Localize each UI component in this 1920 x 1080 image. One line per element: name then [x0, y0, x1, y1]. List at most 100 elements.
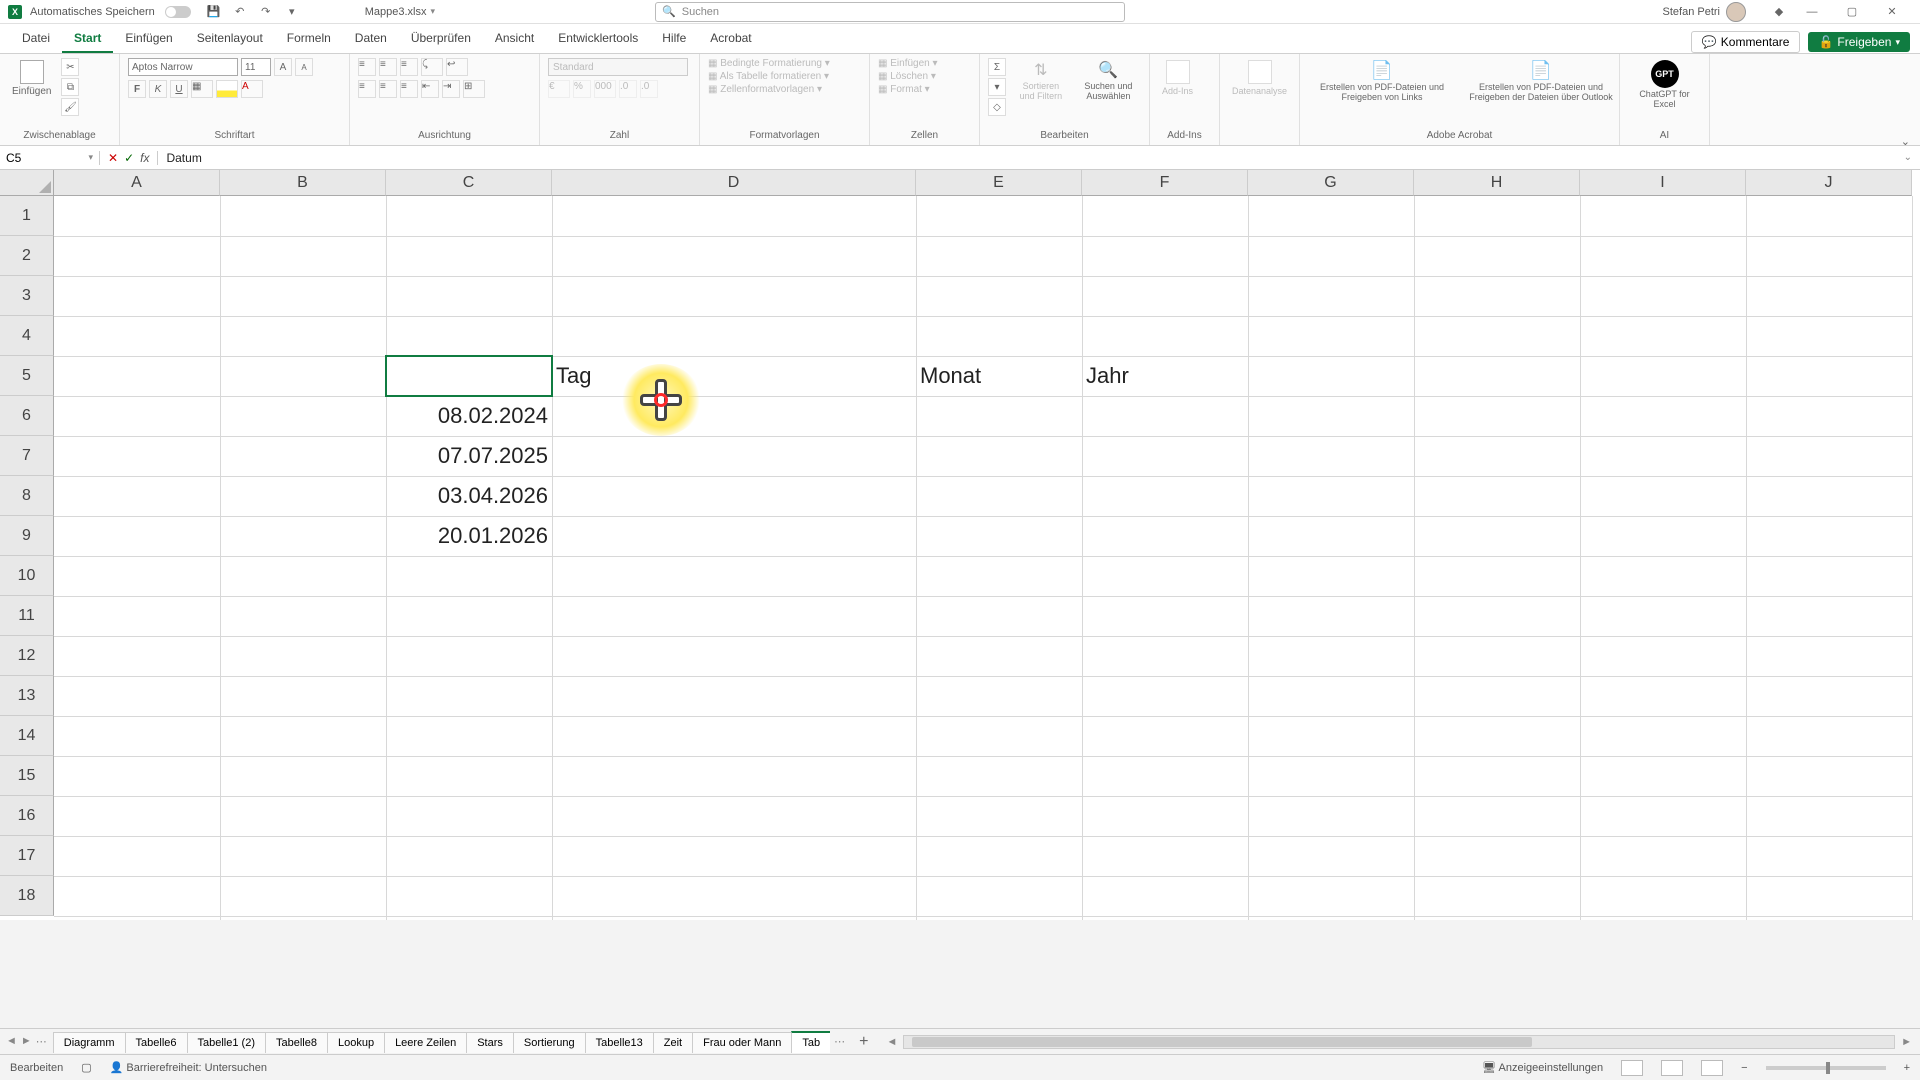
- row-header-8[interactable]: 8: [0, 476, 54, 516]
- sheet-nav-next-icon[interactable]: ►: [21, 1035, 32, 1048]
- column-header-B[interactable]: B: [220, 170, 386, 196]
- qat-more-icon[interactable]: ▾: [283, 3, 301, 21]
- column-header-J[interactable]: J: [1746, 170, 1912, 196]
- cell-C6[interactable]: 08.02.2024: [386, 396, 552, 436]
- sheet-tab-tabelle6[interactable]: Tabelle6: [125, 1032, 188, 1053]
- column-header-F[interactable]: F: [1082, 170, 1248, 196]
- sheet-nav-more-icon[interactable]: ⋯: [36, 1035, 47, 1048]
- ribbon-tab-formeln[interactable]: Formeln: [275, 25, 343, 53]
- find-select-button[interactable]: 🔍 Suchen und Auswählen: [1076, 58, 1141, 104]
- zoom-out-icon[interactable]: −: [1741, 1062, 1747, 1074]
- delete-cells-button[interactable]: ▦ Löschen ▾: [878, 71, 936, 82]
- column-header-A[interactable]: A: [54, 170, 220, 196]
- zoom-slider[interactable]: [1766, 1066, 1886, 1070]
- ribbon-tab-ansicht[interactable]: Ansicht: [483, 25, 546, 53]
- underline-button[interactable]: U: [170, 80, 188, 98]
- column-header-C[interactable]: C: [386, 170, 552, 196]
- row-header-2[interactable]: 2: [0, 236, 54, 276]
- acrobat-outlook-button[interactable]: 📄 Erstellen von PDF-Dateien und Freigebe…: [1462, 58, 1620, 105]
- cell-C5[interactable]: Datum: [386, 356, 552, 396]
- conditional-formatting-button[interactable]: ▦ Bedingte Formatierung ▾: [708, 58, 830, 69]
- row-header-1[interactable]: 1: [0, 196, 54, 236]
- copy-icon[interactable]: ⧉: [61, 78, 79, 96]
- column-header-H[interactable]: H: [1414, 170, 1580, 196]
- fill-icon[interactable]: ▾: [988, 78, 1006, 96]
- comments-button[interactable]: 💬 Kommentare: [1691, 31, 1801, 53]
- increase-decimal-icon[interactable]: .0: [619, 80, 637, 98]
- diamond-icon[interactable]: ◆: [1770, 3, 1788, 21]
- decrease-indent-icon[interactable]: ⇤: [421, 80, 439, 98]
- minimize-icon[interactable]: —: [1792, 0, 1832, 24]
- row-header-13[interactable]: 13: [0, 676, 54, 716]
- format-cells-button[interactable]: ▦ Format ▾: [878, 84, 930, 95]
- currency-icon[interactable]: €: [548, 80, 570, 98]
- data-analysis-button[interactable]: Datenanalyse: [1228, 58, 1291, 98]
- column-header-E[interactable]: E: [916, 170, 1082, 196]
- row-header-10[interactable]: 10: [0, 556, 54, 596]
- display-settings[interactable]: 🖥 Anzeigeeinstellungen: [1482, 1061, 1603, 1074]
- italic-button[interactable]: K: [149, 80, 167, 98]
- hscroll-right-icon[interactable]: ►: [1901, 1036, 1912, 1048]
- spreadsheet-grid[interactable]: ABCDEFGHIJ 123456789101112131415161718 D…: [0, 170, 1920, 920]
- sheet-tab-lookup[interactable]: Lookup: [327, 1032, 385, 1053]
- ribbon-tab-überprüfen[interactable]: Überprüfen: [399, 25, 483, 53]
- clear-icon[interactable]: ◇: [988, 98, 1006, 116]
- acrobat-share-link-button[interactable]: 📄 Erstellen von PDF-Dateien und Freigebe…: [1308, 58, 1456, 105]
- cut-icon[interactable]: ✂: [61, 58, 79, 76]
- maximize-icon[interactable]: ▢: [1832, 0, 1872, 24]
- cells-area[interactable]: DatumTagMonatJahr08.02.202407.07.202503.…: [54, 196, 1912, 920]
- align-left-icon[interactable]: ≡: [358, 80, 376, 98]
- sheet-tab-tabelle13[interactable]: Tabelle13: [585, 1032, 654, 1053]
- file-dropdown-icon[interactable]: ▾: [431, 6, 436, 17]
- comma-icon[interactable]: 000: [594, 80, 616, 98]
- row-header-12[interactable]: 12: [0, 636, 54, 676]
- paste-button[interactable]: Einfügen: [8, 58, 55, 99]
- row-header-18[interactable]: 18: [0, 876, 54, 916]
- sheet-tab-sortierung[interactable]: Sortierung: [513, 1032, 586, 1053]
- row-header-15[interactable]: 15: [0, 756, 54, 796]
- chatgpt-button[interactable]: GPT ChatGPT for Excel: [1628, 58, 1701, 112]
- row-header-4[interactable]: 4: [0, 316, 54, 356]
- sheet-tab-diagramm[interactable]: Diagramm: [53, 1032, 126, 1053]
- formula-input[interactable]: Datum: [158, 151, 1895, 165]
- insert-cells-button[interactable]: ▦ Einfügen ▾: [878, 58, 938, 69]
- name-box-dropdown-icon[interactable]: ▾: [88, 152, 93, 163]
- percent-icon[interactable]: %: [573, 80, 591, 98]
- align-center-icon[interactable]: ≡: [379, 80, 397, 98]
- row-header-16[interactable]: 16: [0, 796, 54, 836]
- format-as-table-button[interactable]: ▦ Als Tabelle formatieren ▾: [708, 71, 829, 82]
- ribbon-collapse-icon[interactable]: ⌄: [1901, 135, 1910, 148]
- cell-F5[interactable]: Jahr: [1082, 356, 1248, 396]
- sheet-tab-tabelle8[interactable]: Tabelle8: [265, 1032, 328, 1053]
- ribbon-tab-start[interactable]: Start: [62, 25, 113, 53]
- decrease-font-icon[interactable]: A: [295, 58, 313, 76]
- row-header-9[interactable]: 9: [0, 516, 54, 556]
- sheet-tab-leere-zeilen[interactable]: Leere Zeilen: [384, 1032, 467, 1053]
- ribbon-tab-datei[interactable]: Datei: [10, 25, 62, 53]
- borders-icon[interactable]: ▦: [191, 80, 213, 98]
- increase-font-icon[interactable]: A: [274, 58, 292, 76]
- undo-icon[interactable]: ↶: [231, 3, 249, 21]
- name-box[interactable]: C5 ▾: [0, 151, 100, 165]
- ribbon-tab-entwicklertools[interactable]: Entwicklertools: [546, 25, 650, 53]
- share-button[interactable]: 🔓 Freigeben ▾: [1808, 32, 1910, 52]
- row-header-11[interactable]: 11: [0, 596, 54, 636]
- select-all-corner[interactable]: [0, 170, 54, 196]
- sheet-tab-stars[interactable]: Stars: [466, 1032, 514, 1053]
- search-box[interactable]: 🔍 Suchen: [655, 2, 1125, 22]
- row-header-6[interactable]: 6: [0, 396, 54, 436]
- cell-D5[interactable]: Tag: [552, 356, 916, 396]
- wrap-text-icon[interactable]: ↩: [446, 58, 468, 76]
- confirm-edit-icon[interactable]: ✓: [124, 151, 134, 165]
- fx-icon[interactable]: fx: [140, 151, 149, 165]
- addins-button[interactable]: Add-Ins: [1158, 58, 1197, 98]
- row-header-7[interactable]: 7: [0, 436, 54, 476]
- cell-C9[interactable]: 20.01.2026: [386, 516, 552, 556]
- number-format-combo[interactable]: Standard: [548, 58, 688, 76]
- sheet-tab-zeit[interactable]: Zeit: [653, 1032, 693, 1053]
- align-right-icon[interactable]: ≡: [400, 80, 418, 98]
- zoom-in-icon[interactable]: +: [1904, 1062, 1910, 1074]
- ribbon-tab-acrobat[interactable]: Acrobat: [698, 25, 763, 53]
- decrease-decimal-icon[interactable]: .0: [640, 80, 658, 98]
- column-header-I[interactable]: I: [1580, 170, 1746, 196]
